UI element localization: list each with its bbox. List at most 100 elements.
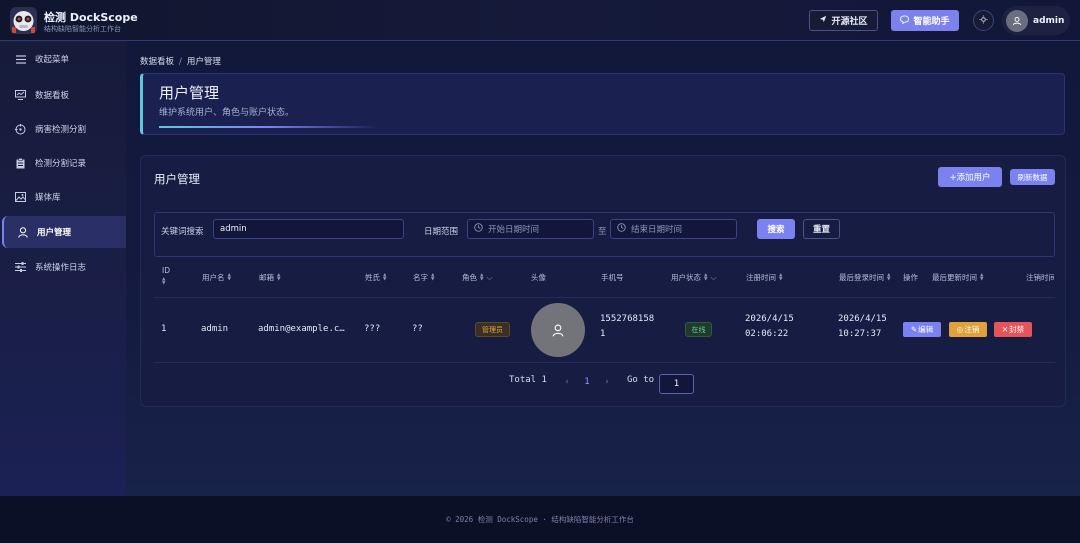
end-date-input[interactable]: 结束日期时间 [610, 219, 737, 239]
column-header-id[interactable]: ID ▲ ▼ [162, 266, 170, 286]
table-divider [154, 297, 1055, 298]
footer-text: © 2026 检测 DockScope · 结构缺陷智能分析工作台 [446, 515, 634, 524]
column-header-label: 最后更新时间 [932, 273, 977, 282]
column-header-label: 用户名 [202, 273, 225, 282]
column-header-label: 邮箱 [259, 273, 274, 282]
sort-icon: ▲ ▼ [227, 272, 231, 282]
chat-icon [900, 14, 910, 27]
prev-page-icon[interactable]: ‹ [559, 374, 575, 390]
column-header-status[interactable]: 用户状态 ▲ ▼ ⌵ [671, 272, 717, 283]
user-icon [17, 226, 28, 238]
column-header-phone: 手机号 [601, 272, 624, 283]
target-icon [15, 123, 26, 135]
dashboard-icon [15, 90, 26, 101]
sort-icon: ▲ ▼ [277, 272, 281, 282]
column-header-last-name[interactable]: 姓氏 ▲ ▼ [365, 272, 386, 283]
deactivate-button[interactable]: ◎ 注销 [949, 322, 987, 337]
sun-icon [979, 14, 988, 27]
assistant-button[interactable]: 智能助手 [891, 10, 959, 31]
page-title: 用户管理 [159, 84, 220, 102]
sidebar-item-users[interactable]: 用户管理 [2, 216, 126, 248]
footer: © 2026 检测 DockScope · 结构缺陷智能分析工作台 [0, 496, 1080, 543]
clipboard-icon [15, 157, 26, 169]
cell-phone-wrap: 1 [600, 329, 606, 339]
keyword-search-input[interactable]: admin [213, 219, 404, 239]
filter-bar: 关键词搜索 admin 日期范围 开始日期时间 至 结束日期时间 搜索 重置 [154, 212, 1055, 257]
sort-icon: ▲ ▼ [779, 272, 783, 282]
community-button[interactable]: 开源社区 [809, 10, 878, 31]
ban-button[interactable]: ✕ 封禁 [994, 322, 1032, 337]
sidebar-item-label: 收起菜单 [35, 55, 70, 65]
page-subtitle: 维护系统用户、角色与账户状态。 [159, 108, 295, 118]
sort-icon: ▲ ▼ [887, 272, 891, 282]
start-date-input[interactable]: 开始日期时间 [467, 219, 594, 239]
sidebar-item-label: 媒体库 [35, 193, 61, 203]
sliders-icon [15, 262, 26, 273]
breadcrumb-root-link[interactable]: 数据看板 [140, 57, 174, 67]
goto-page-input[interactable]: 1 [659, 374, 694, 394]
clock-icon [617, 223, 626, 235]
column-header-last-update[interactable]: 最后更新时间 ▲ ▼ [932, 272, 983, 283]
add-user-button[interactable]: +添加用户 [938, 167, 1002, 187]
sidebar-item-media[interactable]: 媒体库 [0, 181, 126, 213]
column-header-email[interactable]: 邮箱 ▲ ▼ [259, 272, 280, 283]
cell-register-date: 2026/4/15 [745, 314, 794, 324]
goto-label: Go to [627, 375, 655, 385]
sort-icon: ▲ ▼ [980, 272, 984, 282]
column-header-label: 注销时间 [1026, 273, 1054, 282]
cell-last-name: ??? [364, 324, 381, 334]
column-header-username[interactable]: 用户名 ▲ ▼ [202, 272, 231, 283]
sidebar-item-records[interactable]: 检测分割记录 [0, 147, 126, 179]
next-page-icon[interactable]: › [599, 374, 615, 390]
edit-label: 编辑 [918, 325, 934, 334]
circle-icon: ◎ [956, 325, 964, 334]
cell-username: admin [201, 324, 229, 334]
card-title: 用户管理 [154, 172, 200, 186]
brand-title: 检测 DockScope [44, 11, 138, 24]
column-header-label: 最后登录时间 [839, 273, 884, 282]
breadcrumb-separator: / [179, 57, 182, 67]
column-header-label: ID [162, 266, 170, 275]
column-header-label: 角色 [462, 273, 477, 282]
edit-icon: ✎ [910, 325, 918, 334]
reset-button[interactable]: 重置 [803, 219, 840, 239]
filter-chevron-icon[interactable]: ⌵ [486, 273, 492, 283]
column-header-last-login[interactable]: 最后登录时间 ▲ ▼ [839, 272, 890, 283]
theme-toggle-button[interactable] [973, 10, 994, 31]
filter-chevron-icon[interactable]: ⌵ [710, 273, 716, 283]
user-name: admin [1033, 15, 1065, 26]
main-content: 数据看板 / 用户管理 用户管理 维护系统用户、角色与账户状态。 用户管理 +添加用… [126, 41, 1080, 496]
menu-icon [15, 54, 26, 65]
sidebar-item-label: 系统操作日志 [35, 263, 87, 273]
page-number-current[interactable]: 1 [579, 374, 595, 390]
brand-subtitle: 结构缺陷智能分析工作台 [44, 25, 121, 33]
user-menu[interactable]: admin [1002, 6, 1070, 35]
range-separator: 至 [598, 227, 607, 237]
breadcrumb: 数据看板 / 用户管理 [140, 55, 221, 67]
avatar [1006, 9, 1028, 32]
refresh-data-button[interactable]: 刷新数据 [1010, 169, 1055, 185]
search-button[interactable]: 搜索 [757, 219, 795, 239]
column-header-register-time[interactable]: 注册时间 ▲ ▼ [746, 272, 782, 283]
breadcrumb-current: 用户管理 [186, 57, 221, 67]
sort-icon: ▲ ▼ [383, 272, 387, 282]
column-header-avatar: 头像 [531, 272, 546, 283]
column-header-role[interactable]: 角色 ▲ ▼ ⌵ [462, 272, 493, 283]
cell-phone: 1552768158 [600, 314, 655, 324]
sidebar-item-dashboard[interactable]: 数据看板 [0, 79, 126, 111]
sidebar-item-collapse[interactable]: 收起菜单 [0, 43, 126, 75]
edit-button[interactable]: ✎ 编辑 [903, 322, 941, 337]
column-header-cancel-time[interactable]: 注销时间 [1026, 272, 1054, 283]
brand-logo[interactable] [10, 7, 37, 34]
ban-label: 封禁 [1009, 325, 1025, 334]
column-header-first-name[interactable]: 名字 ▲ ▼ [413, 272, 434, 283]
end-date-placeholder: 结束日期时间 [631, 225, 683, 235]
deactivate-label: 注销 [964, 325, 980, 334]
assistant-label: 智能助手 [913, 17, 950, 27]
top-header: 检测 DockScope 结构缺陷智能分析工作台 开源社区 智能助手 admin [0, 0, 1080, 41]
sidebar-item-logs[interactable]: 系统操作日志 [0, 251, 126, 283]
status-badge: 在线 [685, 322, 712, 337]
sidebar-item-detection[interactable]: 病害检测分割 [0, 113, 126, 145]
clock-icon [474, 223, 483, 235]
page-header-banner: 用户管理 维护系统用户、角色与账户状态。 [140, 73, 1065, 135]
